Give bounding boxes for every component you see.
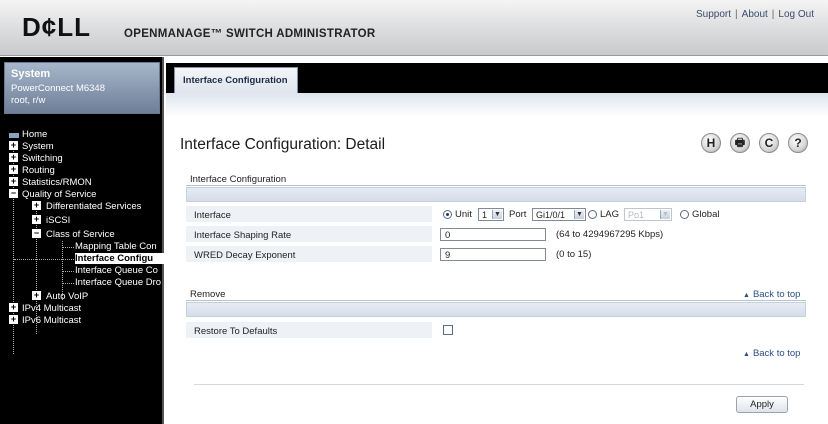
port-label: Port <box>509 209 527 220</box>
tree-line <box>62 271 74 272</box>
app-title: OPENMANAGE™ SWITCH ADMINISTRATOR <box>124 28 376 40</box>
support-link[interactable]: Support <box>696 9 731 20</box>
tree-line <box>62 247 74 248</box>
expand-icon[interactable]: + <box>32 215 41 224</box>
triangle-up-icon: ▲ <box>743 292 750 299</box>
nav-qos[interactable]: Quality of Service <box>22 189 96 200</box>
nav-mapping-table[interactable]: Mapping Table Con <box>75 241 164 252</box>
back-to-top-link[interactable]: ▲ Back to top <box>743 348 800 359</box>
sidebar: System PowerConnect M6348 root, r/w Home… <box>0 57 164 424</box>
wred-input[interactable]: 9 <box>440 248 546 261</box>
refresh-icon[interactable]: C <box>759 133 779 153</box>
nav-diffserv[interactable]: Differentiated Services <box>46 201 141 212</box>
table-header-band <box>186 187 806 202</box>
chevron-down-icon: ▼ <box>492 210 502 219</box>
section-header-remove: Remove <box>190 289 226 300</box>
dell-logo: D¢LL <box>22 12 91 42</box>
tree-line <box>62 283 74 284</box>
nav-ipv4-multicast[interactable]: IPv4 Multicast <box>22 303 81 314</box>
row-restore-defaults: Restore To Defaults <box>186 322 806 339</box>
wred-hint: (0 to 15) <box>556 249 592 260</box>
nav-interface-queue-drop[interactable]: Interface Queue Dro <box>75 277 164 288</box>
question-icon[interactable]: ? <box>788 133 808 153</box>
triangle-up-icon: ▲ <box>743 351 750 358</box>
table-header-band <box>186 302 806 317</box>
wred-label: WRED Decay Exponent <box>186 246 432 263</box>
nav-autovoip[interactable]: Auto VoIP <box>46 291 88 302</box>
nav-iscsi[interactable]: iSCSI <box>46 215 70 226</box>
tree-line <box>14 259 74 260</box>
restore-defaults-checkbox[interactable] <box>443 325 453 335</box>
expand-icon[interactable]: + <box>32 291 41 300</box>
restore-defaults-label: Restore To Defaults <box>186 322 432 339</box>
nav-system[interactable]: System <box>22 141 54 152</box>
expand-icon[interactable]: + <box>9 177 18 186</box>
tab-bar: Interface Configuration <box>166 63 828 93</box>
unit-value: 1 <box>482 210 488 220</box>
nav-interface-config[interactable]: Interface Configu <box>75 253 164 264</box>
lag-value: Po1 <box>628 210 645 220</box>
section-divider <box>186 185 806 186</box>
expand-icon[interactable]: + <box>9 303 18 312</box>
interface-label: Interface <box>186 206 432 223</box>
lag-label: LAG <box>600 209 620 220</box>
link-separator: | <box>735 9 738 20</box>
shaping-rate-input[interactable]: 0 <box>440 228 546 241</box>
back-to-top-label: Back to top <box>752 348 801 359</box>
system-model: PowerConnect M6348 <box>11 83 105 94</box>
shaping-rate-hint: (64 to 4294967295 Kbps) <box>556 229 664 240</box>
nav-switching[interactable]: Switching <box>22 153 63 164</box>
expand-icon[interactable]: + <box>32 201 41 210</box>
footer-divider <box>194 384 804 385</box>
lag-select[interactable]: Po1 ▼ <box>624 208 672 221</box>
collapse-icon[interactable]: − <box>32 229 41 238</box>
nav-cos[interactable]: Class of Service <box>46 229 115 240</box>
print-icon[interactable]: 🖶 <box>730 133 750 153</box>
nav-interface-queue-config[interactable]: Interface Queue Co <box>75 265 164 276</box>
expand-icon[interactable]: + <box>9 141 18 150</box>
port-value: Gi1/0/1 <box>536 210 566 220</box>
chevron-down-icon: ▼ <box>574 210 584 219</box>
port-select[interactable]: Gi1/0/1 ▼ <box>532 208 586 221</box>
nav-statistics[interactable]: Statistics/RMON <box>22 177 92 188</box>
page-title: Interface Configuration: Detail <box>180 136 386 153</box>
back-to-top-label: Back to top <box>752 289 801 300</box>
system-user: root, r/w <box>11 95 46 106</box>
top-links: Support | About | Log Out <box>696 9 814 20</box>
system-info-box[interactable]: System PowerConnect M6348 root, r/w <box>4 62 160 114</box>
global-label: Global <box>692 209 720 220</box>
system-title: System <box>11 68 51 80</box>
nav-home[interactable]: Home <box>22 129 47 140</box>
collapse-icon[interactable]: − <box>9 189 18 198</box>
apply-button[interactable]: Apply <box>736 396 788 413</box>
tab-underlay <box>166 93 828 117</box>
chevron-down-icon: ▼ <box>660 210 670 219</box>
expand-icon[interactable]: + <box>9 153 18 162</box>
about-link[interactable]: About <box>742 9 768 20</box>
global-radio[interactable] <box>680 210 689 219</box>
logout-link[interactable]: Log Out <box>778 9 814 20</box>
shaping-rate-label: Interface Shaping Rate <box>186 226 432 243</box>
home-icon <box>9 133 19 138</box>
back-to-top-link[interactable]: ▲ Back to top <box>743 289 800 300</box>
link-separator: | <box>771 9 775 20</box>
unit-label: Unit <box>455 209 472 220</box>
lag-radio[interactable] <box>588 210 597 219</box>
section-header-interface-config: Interface Configuration <box>190 174 287 185</box>
help-icon[interactable]: H <box>701 133 721 153</box>
section-divider <box>186 300 806 301</box>
nav-routing[interactable]: Routing <box>22 165 55 176</box>
tab-interface-configuration[interactable]: Interface Configuration <box>174 67 298 93</box>
expand-icon[interactable]: + <box>9 315 18 324</box>
app-header: D¢LL OPENMANAGE™ SWITCH ADMINISTRATOR Su… <box>0 0 828 56</box>
expand-icon[interactable]: + <box>9 165 18 174</box>
unit-radio[interactable] <box>443 210 452 219</box>
nav-ipv6-multicast[interactable]: IPv6 Multicast <box>22 315 81 326</box>
unit-select[interactable]: 1 ▼ <box>478 208 504 221</box>
